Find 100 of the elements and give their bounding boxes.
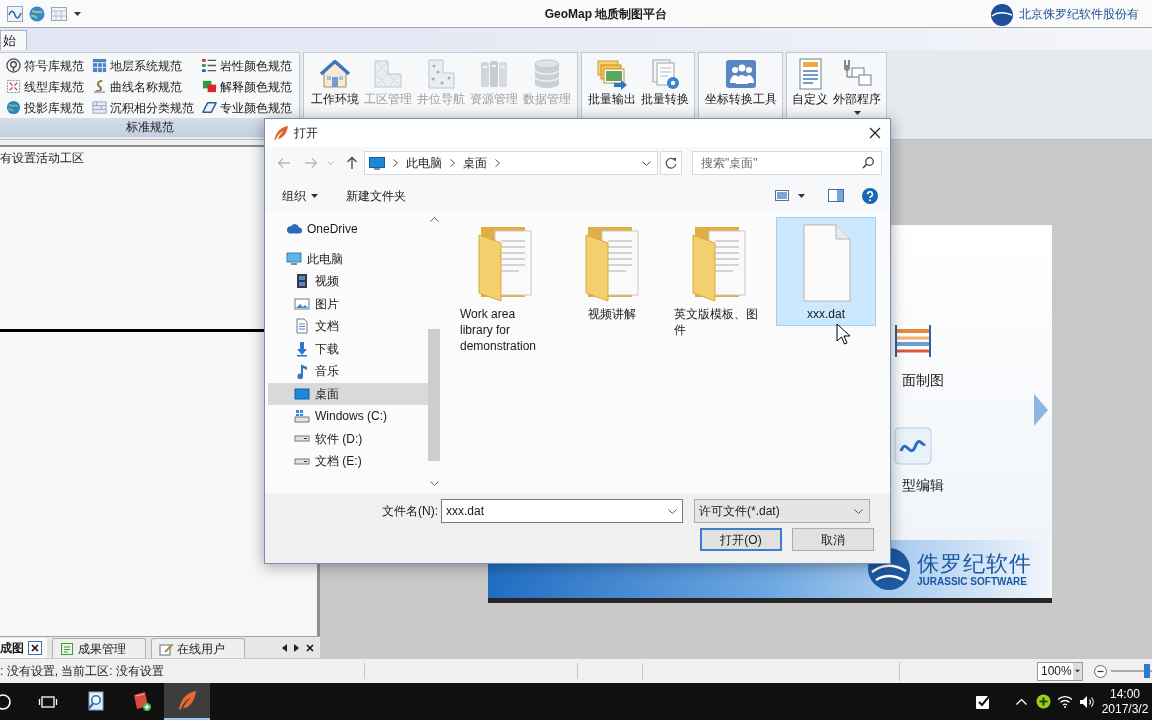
ribbon-tab[interactable]: 始 — [0, 30, 27, 50]
view-icon — [775, 190, 789, 201]
nav-item[interactable]: 视频 — [268, 270, 428, 293]
nav-item[interactable]: 文档 — [268, 315, 428, 338]
clock[interactable]: 14:00 2017/3/2 — [1098, 686, 1152, 717]
ribbon-large-button[interactable]: 自定义 — [790, 58, 830, 107]
search-icon — [862, 157, 874, 169]
wave-icon[interactable] — [7, 5, 23, 22]
dialog-button[interactable]: 打开(O) — [700, 528, 782, 551]
caret-down-icon — [74, 11, 81, 16]
document-icon — [294, 318, 310, 335]
circle-symbol-icon — [6, 58, 21, 73]
ribbon-small-button[interactable]: 解释颜色规范 — [202, 76, 292, 97]
ribbon-small-button[interactable]: 岩性颜色规范 — [202, 55, 292, 76]
filename-label: 文件名(N): — [382, 503, 438, 519]
nav-item[interactable]: 此电脑 — [268, 247, 428, 270]
feather-icon — [176, 690, 198, 711]
ribbon-small-button[interactable]: 曲线名称规范 — [92, 76, 194, 97]
ribbon-small-button[interactable]: 线型库规范 — [6, 76, 84, 97]
file-item[interactable]: xxx.dat — [776, 217, 876, 326]
zoom-dropdown[interactable]: 100% — [1037, 661, 1083, 681]
dialog-button[interactable]: 取消 — [792, 528, 874, 551]
up-arrow-icon[interactable] — [346, 156, 358, 170]
panel-tab[interactable]: 在线用户 — [151, 638, 245, 658]
organize-button[interactable]: 组织 — [280, 184, 320, 207]
folder-item[interactable]: 视频讲解 — [562, 217, 662, 326]
panel-tab[interactable]: 成果管理 — [52, 638, 146, 658]
house-icon — [318, 58, 351, 90]
wifi-icon[interactable] — [1057, 695, 1073, 708]
task-view-icon[interactable] — [38, 694, 58, 709]
mouse-pointer-icon — [836, 323, 850, 345]
speaker-icon[interactable] — [1079, 694, 1095, 709]
zoom-slider[interactable] — [1111, 663, 1152, 679]
taskbar-app-button[interactable] — [164, 683, 210, 720]
caret-down-icon — [1074, 669, 1081, 673]
ribbon-large-button[interactable]: 批量输出 — [585, 58, 638, 107]
preview-pane-icon[interactable] — [828, 189, 844, 202]
nav-item[interactable]: 音乐 — [268, 360, 428, 383]
nav-item[interactable]: 桌面 — [268, 382, 428, 405]
grid-shape-icon — [371, 58, 404, 90]
nav-item[interactable]: 图片 — [268, 292, 428, 315]
film-icon — [294, 273, 310, 290]
chevron-down-icon — [854, 508, 863, 514]
nav-item[interactable]: 文档 (E:) — [268, 450, 428, 473]
sheet-icon — [60, 641, 74, 656]
nav-item[interactable]: Windows (C:) — [268, 405, 428, 428]
brand-name: 侏罗纪软件 — [917, 550, 1032, 576]
caret-up-icon[interactable] — [429, 217, 439, 222]
filename-field[interactable]: xxx.dat — [441, 499, 683, 523]
panel-message: 有设置活动工区 — [0, 151, 84, 165]
ribbon-large-button[interactable]: 批量转换 — [638, 58, 691, 107]
globe-icon[interactable] — [29, 5, 45, 22]
search-field[interactable]: 搜索"桌面" — [692, 151, 882, 175]
check-square-icon[interactable] — [974, 693, 992, 710]
welcome-tool-link[interactable]: 型编辑 — [894, 427, 944, 494]
ring-icon[interactable] — [0, 691, 12, 712]
ribbon-small-button[interactable]: 沉积相分类规范 — [92, 97, 194, 118]
scrollbar-thumb[interactable] — [428, 329, 440, 461]
close-icon[interactable] — [306, 644, 314, 652]
music-note-icon — [294, 363, 310, 380]
chevron-down-icon[interactable] — [668, 509, 677, 514]
ribbon-small-button[interactable]: 地层系统规范 — [92, 55, 194, 76]
plus-circle-icon[interactable] — [1035, 694, 1051, 709]
parallelogram-icon — [202, 100, 217, 115]
ribbon-large-button[interactable]: 外部程序 — [831, 58, 883, 115]
layers-icon — [92, 100, 107, 115]
ribbon-large-button[interactable]: 工作环境 — [308, 58, 361, 107]
folder-item[interactable]: Work area library for demonstration — [455, 217, 555, 358]
help-icon[interactable] — [862, 187, 878, 204]
caret-right-icon[interactable] — [294, 644, 299, 652]
refresh-button[interactable] — [660, 151, 682, 175]
window-title: GeoMap 地质制图平台 — [544, 5, 668, 22]
file-type-dropdown[interactable]: 许可文件(*.dat) — [694, 499, 870, 523]
chevron-down-icon[interactable] — [642, 160, 651, 166]
chevron-up-icon[interactable] — [1015, 698, 1027, 705]
chevron-right-icon[interactable] — [393, 159, 398, 167]
address-bar[interactable]: 此电脑 桌面 — [364, 151, 658, 175]
ribbon-small-button[interactable]: 符号库规范 — [6, 55, 84, 76]
ribbon-large-button[interactable]: 坐标转换工具 — [702, 58, 779, 107]
nav-item[interactable]: 软件 (D:) — [268, 427, 428, 450]
close-icon[interactable] — [28, 641, 42, 655]
company-name: 北京侏罗纪软件股份有 — [1019, 5, 1139, 22]
breadcrumb-item[interactable]: 此电脑 — [406, 155, 442, 171]
ribbon-small-button[interactable]: 专业颜色规范 — [202, 97, 292, 118]
new-folder-button[interactable]: 新建文件夹 — [344, 184, 408, 207]
slider-thumb[interactable] — [1144, 664, 1151, 678]
chevron-down-icon[interactable] — [429, 481, 439, 486]
wave-icon — [894, 427, 932, 465]
welcome-tool-link[interactable]: 面制图 — [894, 322, 944, 389]
chevron-right-icon[interactable] — [495, 159, 500, 167]
nav-item[interactable]: 下载 — [268, 337, 428, 360]
caret-left-icon[interactable] — [282, 644, 287, 652]
panel-tab[interactable]: 成图 — [0, 638, 47, 658]
folder-item[interactable]: 英文版模板、图件 — [669, 217, 769, 342]
zoom-out-icon[interactable] — [1094, 664, 1107, 678]
globe-icon — [6, 100, 21, 115]
ribbon-small-button[interactable]: 投影库规范 — [6, 97, 84, 118]
chevron-right-icon[interactable] — [450, 159, 455, 167]
nav-item[interactable]: OneDrive — [268, 218, 428, 241]
breadcrumb-item[interactable]: 桌面 — [463, 155, 487, 171]
